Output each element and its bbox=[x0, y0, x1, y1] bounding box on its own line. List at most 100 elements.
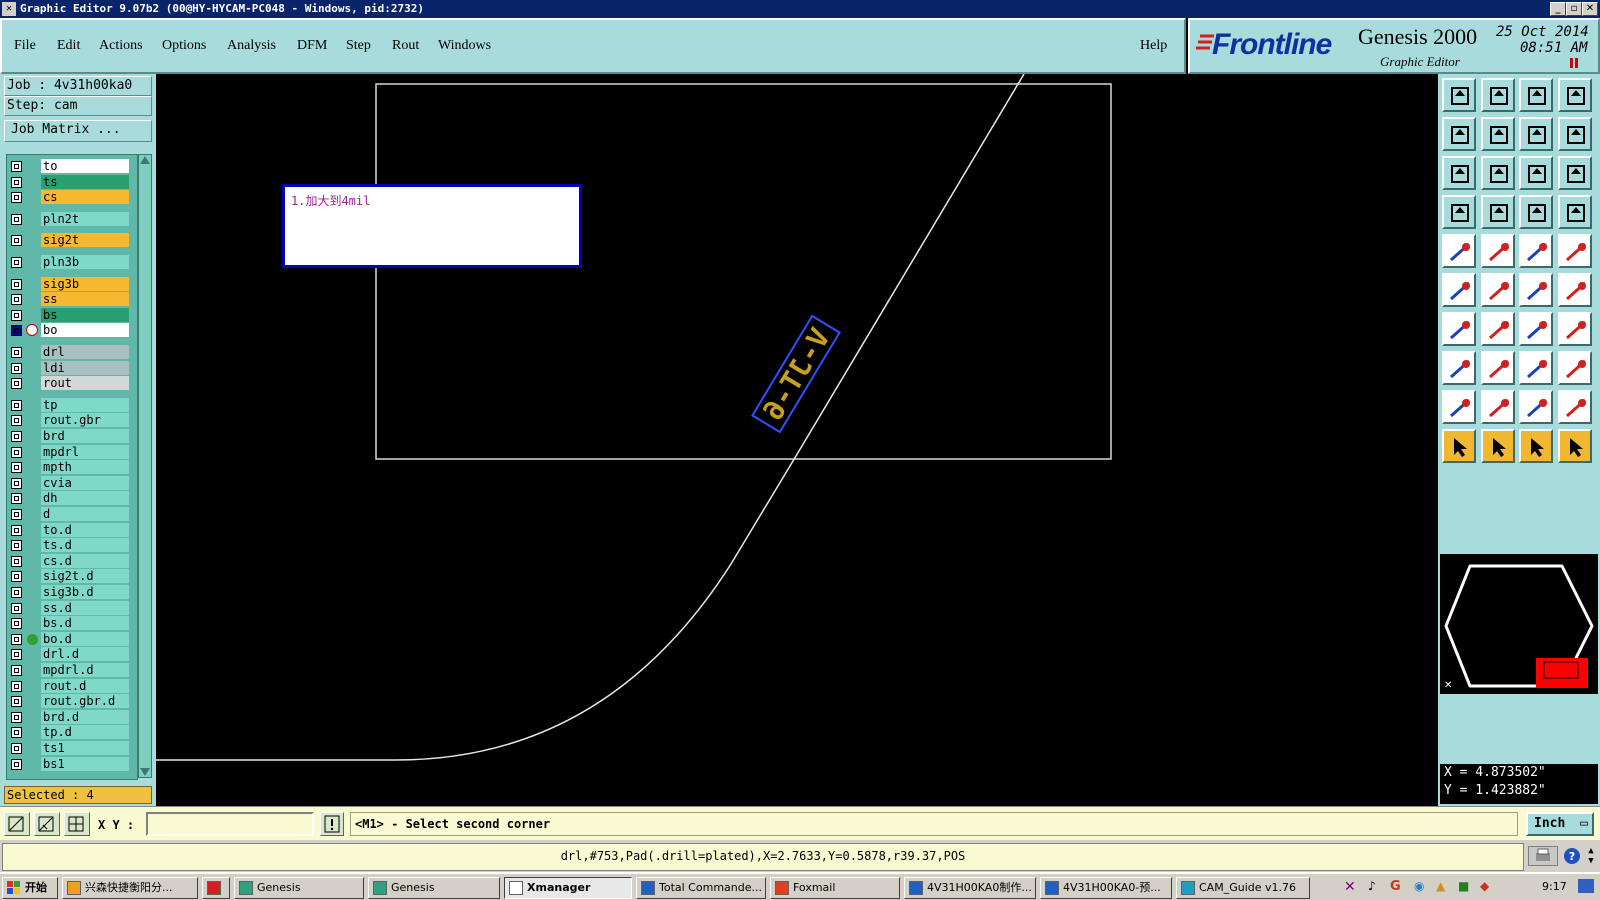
layer-row[interactable]: mpdrl.d bbox=[7, 663, 135, 678]
layer-checkbox[interactable] bbox=[11, 477, 22, 489]
layer-checkbox[interactable] bbox=[11, 257, 22, 268]
layer-row[interactable]: drl bbox=[7, 345, 135, 360]
layer-row[interactable]: drl.d bbox=[7, 647, 135, 662]
layer-row[interactable]: pln3b bbox=[7, 255, 135, 270]
grid-mode-button[interactable] bbox=[64, 812, 90, 836]
select-box-button[interactable] bbox=[1480, 429, 1515, 463]
layer-row[interactable]: bo bbox=[7, 323, 135, 338]
line-add-button[interactable] bbox=[1480, 351, 1515, 385]
center-button[interactable] bbox=[1480, 156, 1515, 190]
text-feature-button[interactable] bbox=[1557, 312, 1592, 346]
angle-button[interactable] bbox=[1442, 312, 1476, 346]
menu-edit[interactable]: Edit bbox=[57, 38, 80, 54]
layer-checkbox[interactable] bbox=[11, 649, 22, 661]
menu-step[interactable]: Step bbox=[346, 38, 371, 54]
home-view-button[interactable] bbox=[1519, 78, 1553, 112]
layer-checkbox[interactable] bbox=[11, 431, 22, 442]
redraw-button[interactable] bbox=[1557, 117, 1592, 151]
layer-checkbox[interactable] bbox=[11, 509, 22, 520]
measure-ruler-button[interactable] bbox=[1519, 234, 1553, 268]
taskbar-item[interactable]: Xmanager bbox=[504, 877, 632, 899]
printer-button[interactable] bbox=[1528, 846, 1558, 866]
layer-checkbox[interactable] bbox=[11, 587, 22, 598]
layer-row[interactable]: rout.gbr bbox=[7, 413, 135, 428]
menu-rout[interactable]: Rout bbox=[392, 38, 419, 54]
intersect-button[interactable] bbox=[1480, 273, 1515, 307]
layer-name[interactable]: sig3b.d bbox=[41, 585, 129, 599]
layer-row[interactable]: ts bbox=[7, 174, 135, 190]
start-button[interactable]: 开始 bbox=[2, 877, 58, 899]
layer-row[interactable]: ts1 bbox=[7, 741, 135, 756]
arc-draw-button[interactable] bbox=[1519, 312, 1553, 346]
layer-row[interactable]: cvia bbox=[7, 475, 135, 491]
layer-name[interactable]: tp.d bbox=[41, 725, 129, 740]
taskbar-item[interactable]: 兴森快捷衡阳分... bbox=[62, 877, 198, 899]
menu-windows[interactable]: Windows bbox=[438, 38, 491, 54]
layer-checkbox[interactable] bbox=[11, 176, 22, 188]
layer-name[interactable]: ss.d bbox=[41, 600, 129, 615]
layer-name[interactable]: cvia bbox=[41, 475, 129, 490]
layer-row[interactable]: mpdrl bbox=[7, 444, 135, 460]
layer-row[interactable]: sig2t bbox=[7, 233, 135, 248]
layer-name[interactable]: mpdrl bbox=[41, 444, 129, 459]
layer-name[interactable]: ts.d bbox=[41, 538, 129, 553]
maximize-button[interactable]: ▫ bbox=[1566, 2, 1582, 16]
pan-left-button[interactable] bbox=[1442, 117, 1476, 151]
layer-row[interactable]: bo.d bbox=[7, 631, 135, 647]
taskbar-item[interactable]: Total Commande... bbox=[636, 877, 766, 899]
menu-analysis[interactable]: Analysis bbox=[227, 38, 276, 54]
layer-name[interactable]: bs1 bbox=[41, 756, 129, 771]
layer-name[interactable]: drl bbox=[41, 345, 129, 359]
layer-row[interactable]: bs1 bbox=[7, 756, 135, 772]
layer-checkbox[interactable] bbox=[11, 711, 22, 723]
layer-name[interactable]: dh bbox=[41, 491, 129, 506]
pad-button[interactable] bbox=[1442, 234, 1476, 268]
xy-input[interactable] bbox=[146, 812, 314, 836]
snap-mode-button[interactable] bbox=[4, 812, 30, 836]
zoom-out-button[interactable] bbox=[1480, 78, 1515, 112]
alert-button[interactable] bbox=[320, 812, 344, 836]
layer-row[interactable]: ss bbox=[7, 292, 135, 307]
layer-row[interactable]: rout.gbr.d bbox=[7, 694, 135, 709]
layer-row[interactable]: brd bbox=[7, 429, 135, 444]
menu-options[interactable]: Options bbox=[162, 38, 206, 54]
window-button[interactable] bbox=[1557, 78, 1592, 112]
layer-checkbox[interactable] bbox=[11, 462, 22, 474]
foxmail-tray-icon[interactable]: G bbox=[1390, 879, 1401, 894]
layer-row[interactable]: sig3b.d bbox=[7, 585, 135, 600]
arc-node-button[interactable] bbox=[1557, 273, 1592, 307]
layer-name[interactable]: sig2t.d bbox=[41, 569, 129, 584]
select-pointer-button[interactable] bbox=[1442, 429, 1476, 463]
shape-button[interactable] bbox=[1480, 234, 1515, 268]
layer-row[interactable]: mpth bbox=[7, 460, 135, 475]
layer-row[interactable]: sig2t.d bbox=[7, 569, 135, 584]
layer-name[interactable]: mpdrl.d bbox=[41, 663, 129, 677]
layer-row[interactable]: rout.d bbox=[7, 678, 135, 694]
layer-name[interactable]: tp bbox=[41, 397, 129, 412]
layer-display-button[interactable] bbox=[1557, 195, 1592, 229]
layer-name[interactable]: brd.d bbox=[41, 709, 129, 724]
layer-name[interactable]: bo.d bbox=[41, 631, 129, 646]
layer-checkbox[interactable] bbox=[11, 378, 22, 390]
layer-checkbox[interactable] bbox=[11, 325, 22, 337]
layer-row[interactable]: brd.d bbox=[7, 709, 135, 725]
fit-button[interactable] bbox=[1442, 156, 1476, 190]
layer-row[interactable]: ts.d bbox=[7, 538, 135, 553]
layer-checkbox[interactable] bbox=[11, 415, 22, 427]
layer-name[interactable]: ldi bbox=[41, 360, 129, 375]
layer-row[interactable]: d bbox=[7, 507, 135, 522]
layer-name[interactable]: bo bbox=[41, 323, 129, 338]
taskbar-item[interactable]: Foxmail bbox=[770, 877, 900, 899]
layer-row[interactable]: to bbox=[7, 159, 135, 174]
layer-checkbox[interactable] bbox=[11, 399, 22, 411]
layer-name[interactable]: to.d bbox=[41, 522, 129, 537]
select-net-button[interactable] bbox=[1557, 429, 1592, 463]
pad-add-button[interactable] bbox=[1442, 351, 1476, 385]
copy-button[interactable] bbox=[1480, 390, 1515, 424]
layer-checkbox[interactable] bbox=[11, 278, 22, 290]
layer-row[interactable]: dh bbox=[7, 491, 135, 506]
layer-checkbox[interactable] bbox=[11, 362, 22, 374]
layer-checkbox[interactable] bbox=[11, 758, 22, 770]
layer-name[interactable]: to bbox=[41, 159, 129, 173]
minimize-button[interactable]: _ bbox=[1550, 2, 1566, 16]
